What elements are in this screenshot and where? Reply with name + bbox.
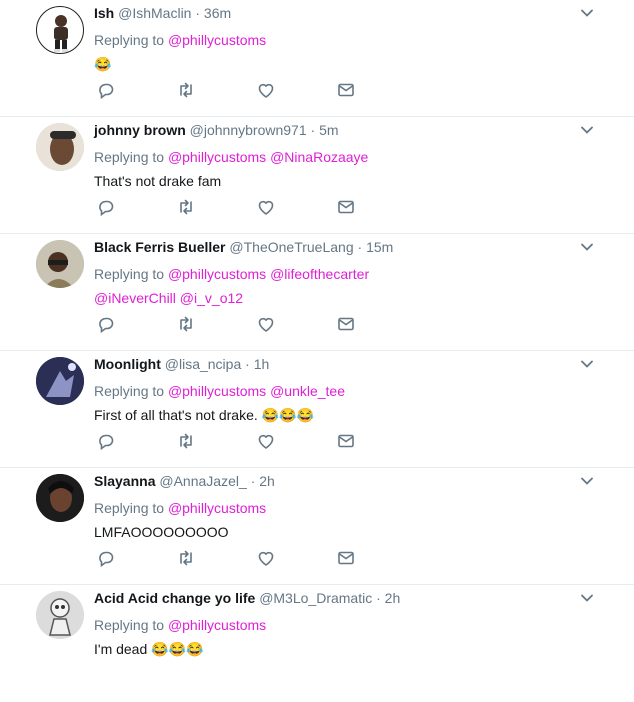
replying-label: Replying to: [94, 32, 165, 48]
reply-icon[interactable]: [96, 431, 116, 451]
tweet-text: First of all that's not drake. 😂😂😂: [94, 407, 314, 423]
tweet-text: 😂: [94, 56, 112, 72]
separator: ·: [245, 356, 250, 372]
avatar[interactable]: [36, 240, 84, 288]
heart-icon[interactable]: [256, 431, 276, 451]
separator: ·: [310, 122, 316, 138]
chevron-down-icon[interactable]: [580, 591, 594, 605]
avatar[interactable]: [36, 474, 84, 522]
envelope-icon[interactable]: [336, 197, 356, 217]
replying-label: Replying to: [94, 149, 165, 165]
mention-link[interactable]: @iNeverChill: [94, 290, 176, 306]
timestamp[interactable]: 2h: [259, 473, 275, 489]
replying-to: Replying to @phillycustoms @NinaRozaaye: [94, 145, 584, 169]
tweet[interactable]: Black Ferris Bueller @TheOneTrueLang · 1…: [0, 234, 634, 351]
mention-link[interactable]: @lifeofthecarter: [270, 266, 369, 282]
retweet-icon[interactable]: [176, 431, 196, 451]
tweet-actions: [96, 548, 356, 570]
reply-icon[interactable]: [96, 548, 116, 568]
user-handle[interactable]: @TheOneTrueLang: [229, 239, 353, 255]
timestamp[interactable]: 15m: [366, 239, 393, 255]
replying-label: Replying to: [94, 266, 165, 282]
retweet-icon[interactable]: [176, 197, 196, 217]
tweet-actions: [96, 197, 356, 219]
envelope-icon[interactable]: [336, 548, 356, 568]
user-handle[interactable]: @IshMaclin: [118, 5, 191, 21]
mention-link[interactable]: @NinaRozaaye: [270, 149, 368, 165]
envelope-icon[interactable]: [336, 431, 356, 451]
tweet-text: I'm dead 😂😂😂: [94, 641, 204, 657]
display-name[interactable]: Moonlight: [94, 356, 161, 372]
mention-link[interactable]: @phillycustoms: [168, 32, 266, 48]
timestamp[interactable]: 36m: [204, 5, 231, 21]
replying-to: Replying to @phillycustoms: [94, 28, 584, 52]
heart-icon[interactable]: [256, 197, 276, 217]
display-name[interactable]: Acid Acid change yo life: [94, 590, 255, 606]
replying-to: Replying to @phillycustoms: [94, 496, 584, 520]
timestamp[interactable]: 5m: [319, 122, 338, 138]
retweet-icon[interactable]: [176, 314, 196, 334]
tweet[interactable]: Acid Acid change yo life @M3Lo_Dramatic …: [0, 585, 634, 702]
heart-icon[interactable]: [256, 80, 276, 100]
separator: ·: [195, 5, 201, 21]
display-name[interactable]: Black Ferris Bueller: [94, 239, 226, 255]
chevron-down-icon[interactable]: [580, 357, 594, 371]
avatar[interactable]: [36, 6, 84, 54]
retweet-icon[interactable]: [176, 548, 196, 568]
mention-link[interactable]: @phillycustoms: [168, 500, 266, 516]
replying-label: Replying to: [94, 617, 165, 633]
tweet-actions: [96, 314, 356, 336]
reply-feed: Ish @IshMaclin · 36m Replying to @philly…: [0, 0, 634, 702]
chevron-down-icon[interactable]: [580, 6, 594, 20]
separator: ·: [250, 473, 256, 489]
replying-to: Replying to @phillycustoms: [94, 613, 584, 637]
user-handle[interactable]: @johnnybrown971: [190, 122, 307, 138]
replying-to: Replying to @phillycustoms @lifeofthecar…: [94, 262, 584, 310]
user-handle[interactable]: @AnnaJazel_: [159, 473, 246, 489]
heart-icon[interactable]: [256, 314, 276, 334]
envelope-icon[interactable]: [336, 314, 356, 334]
display-name[interactable]: johnny brown: [94, 122, 186, 138]
retweet-icon[interactable]: [176, 80, 196, 100]
mention-link[interactable]: @phillycustoms: [168, 149, 266, 165]
display-name[interactable]: Ish: [94, 5, 114, 21]
mention-link[interactable]: @phillycustoms: [168, 617, 266, 633]
separator: ·: [376, 590, 381, 606]
user-handle[interactable]: @lisa_ncipa: [165, 356, 241, 372]
tweet[interactable]: Slayanna @AnnaJazel_ · 2h Replying to @p…: [0, 468, 634, 585]
avatar[interactable]: [36, 123, 84, 171]
user-handle[interactable]: @M3Lo_Dramatic: [259, 590, 372, 606]
tweet-actions: [96, 431, 356, 453]
tweet[interactable]: johnny brown @johnnybrown971 · 5m Replyi…: [0, 117, 634, 234]
timestamp[interactable]: 1h: [254, 356, 270, 372]
mention-link[interactable]: @i_v_o12: [180, 290, 243, 306]
reply-icon[interactable]: [96, 314, 116, 334]
mention-link[interactable]: @unkle_tee: [270, 383, 345, 399]
mention-link[interactable]: @phillycustoms: [168, 383, 266, 399]
replying-label: Replying to: [94, 500, 165, 516]
tweet[interactable]: Ish @IshMaclin · 36m Replying to @philly…: [0, 0, 634, 117]
reply-icon[interactable]: [96, 80, 116, 100]
display-name[interactable]: Slayanna: [94, 473, 155, 489]
tweet-text: LMFAOOOOOOOOO: [94, 524, 229, 540]
chevron-down-icon[interactable]: [580, 240, 594, 254]
avatar[interactable]: [36, 357, 84, 405]
timestamp[interactable]: 2h: [385, 590, 401, 606]
replying-to: Replying to @phillycustoms @unkle_tee: [94, 379, 584, 403]
heart-icon[interactable]: [256, 548, 276, 568]
tweet-text: That's not drake fam: [94, 173, 222, 189]
tweet-actions: [96, 80, 356, 102]
separator: ·: [357, 239, 363, 255]
reply-icon[interactable]: [96, 197, 116, 217]
tweet[interactable]: Moonlight @lisa_ncipa · 1h Replying to @…: [0, 351, 634, 468]
envelope-icon[interactable]: [336, 80, 356, 100]
avatar[interactable]: [36, 591, 84, 639]
chevron-down-icon[interactable]: [580, 474, 594, 488]
replying-label: Replying to: [94, 383, 165, 399]
mention-link[interactable]: @phillycustoms: [168, 266, 266, 282]
chevron-down-icon[interactable]: [580, 123, 594, 137]
